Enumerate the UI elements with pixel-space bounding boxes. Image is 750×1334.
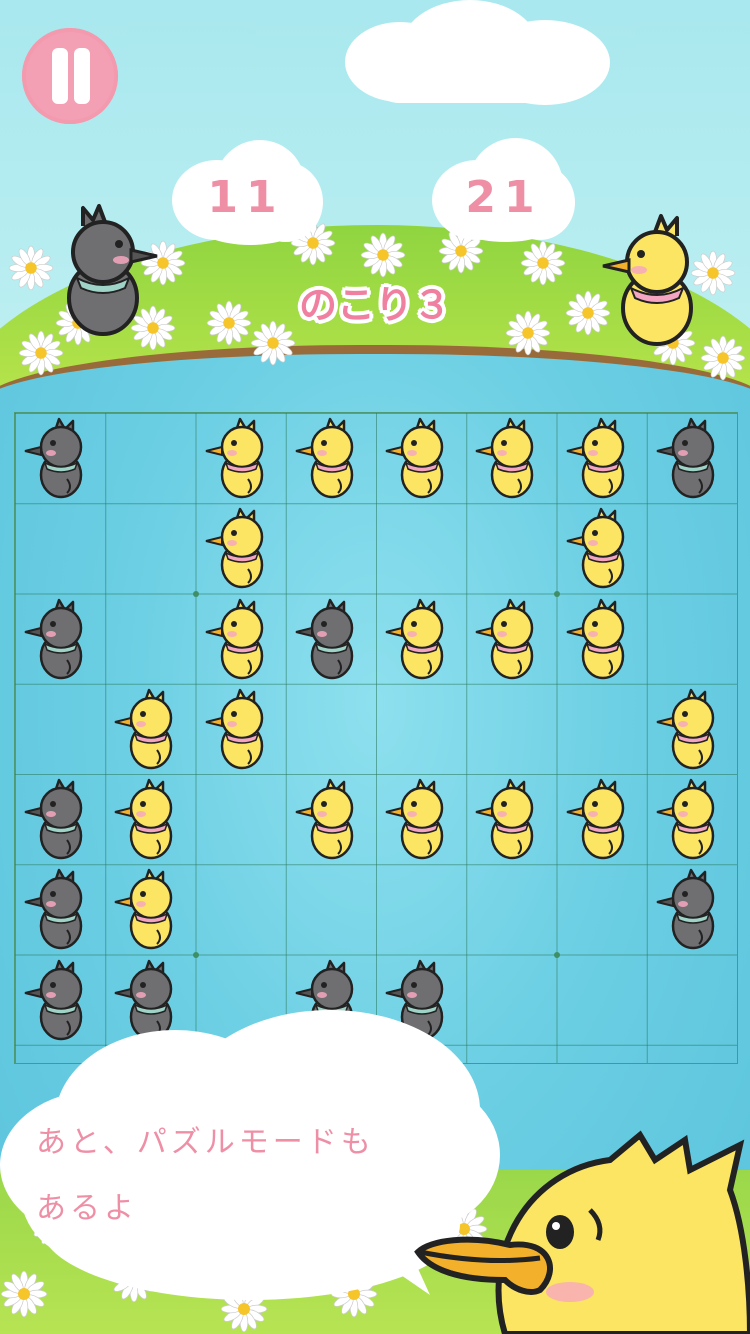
pause-icon <box>52 48 68 104</box>
black-duck-piece[interactable] <box>647 413 737 503</box>
empty-cell[interactable] <box>196 774 286 864</box>
yellow-duck-icon <box>115 869 173 950</box>
player-yellow-score: 21 <box>465 172 543 223</box>
empty-cell[interactable] <box>466 864 556 954</box>
yellow-duck-piece[interactable] <box>105 864 195 954</box>
yellow-duck-piece[interactable] <box>557 774 647 864</box>
yellow-duck-piece[interactable] <box>647 684 737 774</box>
yellow-duck-piece[interactable] <box>196 594 286 684</box>
yellow-duck-piece[interactable] <box>105 774 195 864</box>
empty-cell[interactable] <box>105 413 195 503</box>
black-duck-icon <box>295 598 353 679</box>
black-duck-icon <box>656 417 714 499</box>
empty-cell[interactable] <box>557 684 647 774</box>
black-duck-icon <box>24 598 83 679</box>
empty-cell[interactable] <box>286 503 376 593</box>
empty-cell[interactable] <box>557 955 647 1045</box>
black-duck-piece[interactable] <box>15 864 105 954</box>
yellow-duck-icon <box>656 688 714 769</box>
empty-cell[interactable] <box>105 594 195 684</box>
yellow-duck-icon <box>205 417 263 499</box>
yellow-duck-piece[interactable] <box>376 413 466 503</box>
yellow-duck-piece[interactable] <box>466 774 556 864</box>
empty-cell[interactable] <box>286 684 376 774</box>
empty-cell[interactable] <box>557 864 647 954</box>
black-duck-piece[interactable] <box>15 774 105 864</box>
empty-cell[interactable] <box>286 864 376 954</box>
black-duck-piece[interactable] <box>647 864 737 954</box>
black-duck-piece[interactable] <box>286 594 376 684</box>
pause-icon <box>74 48 90 104</box>
black-duck-icon <box>24 778 83 860</box>
empty-cell[interactable] <box>466 684 556 774</box>
yellow-duck-icon <box>205 508 263 589</box>
empty-cell[interactable] <box>376 864 466 954</box>
yellow-duck-piece[interactable] <box>466 413 556 503</box>
black-duck-piece[interactable] <box>15 594 105 684</box>
yellow-duck-icon <box>385 778 444 860</box>
yellow-duck-piece[interactable] <box>376 774 466 864</box>
yellow-duck-icon <box>295 417 353 499</box>
yellow-duck-piece[interactable] <box>196 413 286 503</box>
yellow-duck-icon <box>115 778 173 860</box>
empty-cell[interactable] <box>647 503 737 593</box>
yellow-duck-piece[interactable] <box>376 594 466 684</box>
empty-cell[interactable] <box>647 594 737 684</box>
yellow-duck-icon <box>385 598 444 679</box>
yellow-duck-icon <box>295 778 353 860</box>
empty-cell[interactable] <box>376 684 466 774</box>
yellow-duck-piece[interactable] <box>286 413 376 503</box>
yellow-duck-icon <box>476 778 534 860</box>
black-duck-icon <box>24 959 83 1040</box>
remaining-moves: のこり３ <box>298 283 451 327</box>
game-scene: 11 21 のこり３ あと、パズルモードも あるよ <box>0 0 750 1334</box>
empty-cell[interactable] <box>376 503 466 593</box>
daisy-icon <box>505 310 551 356</box>
yellow-duck-piece[interactable] <box>466 594 556 684</box>
yellow-duck-piece[interactable] <box>557 503 647 593</box>
yellow-duck-icon <box>566 778 624 860</box>
empty-cell[interactable] <box>647 955 737 1045</box>
black-duck-icon <box>24 869 83 950</box>
yellow-duck-piece[interactable] <box>647 774 737 864</box>
yellow-duck-icon <box>656 778 714 860</box>
yellow-duck-icon <box>566 508 624 589</box>
yellow-duck-piece[interactable] <box>557 413 647 503</box>
yellow-duck-mascot-icon <box>414 1130 750 1334</box>
daisy-icon <box>206 300 252 346</box>
yellow-duck-player-icon <box>602 214 693 346</box>
empty-cell[interactable] <box>466 955 556 1045</box>
empty-cell[interactable] <box>196 864 286 954</box>
yellow-duck-piece[interactable] <box>105 684 195 774</box>
game-board[interactable] <box>14 412 738 1064</box>
yellow-duck-icon <box>476 417 534 499</box>
pause-button[interactable] <box>22 28 118 124</box>
daisy-icon <box>0 1270 48 1318</box>
yellow-duck-icon <box>205 598 263 679</box>
black-duck-icon <box>656 869 714 950</box>
yellow-duck-piece[interactable] <box>286 774 376 864</box>
empty-cell[interactable] <box>15 503 105 593</box>
daisy-icon <box>8 245 54 291</box>
yellow-duck-piece[interactable] <box>196 684 286 774</box>
yellow-duck-piece[interactable] <box>196 503 286 593</box>
player-black-score: 11 <box>207 172 285 223</box>
yellow-duck-piece[interactable] <box>557 594 647 684</box>
daisy-icon <box>520 240 566 286</box>
daisy-icon <box>360 232 406 278</box>
yellow-duck-icon <box>476 598 534 679</box>
yellow-duck-icon <box>566 417 624 499</box>
speech-text: あと、パズルモードも あるよ <box>36 1125 375 1226</box>
black-duck-piece[interactable] <box>15 955 105 1045</box>
empty-cell[interactable] <box>466 503 556 593</box>
black-duck-piece[interactable] <box>15 413 105 503</box>
empty-cell[interactable] <box>15 684 105 774</box>
black-duck-icon <box>24 417 83 499</box>
yellow-duck-icon <box>205 688 263 769</box>
yellow-duck-icon <box>385 417 444 499</box>
black-duck-player-icon <box>67 204 158 336</box>
yellow-duck-icon <box>566 598 624 679</box>
yellow-duck-icon <box>115 688 173 769</box>
empty-cell[interactable] <box>105 503 195 593</box>
